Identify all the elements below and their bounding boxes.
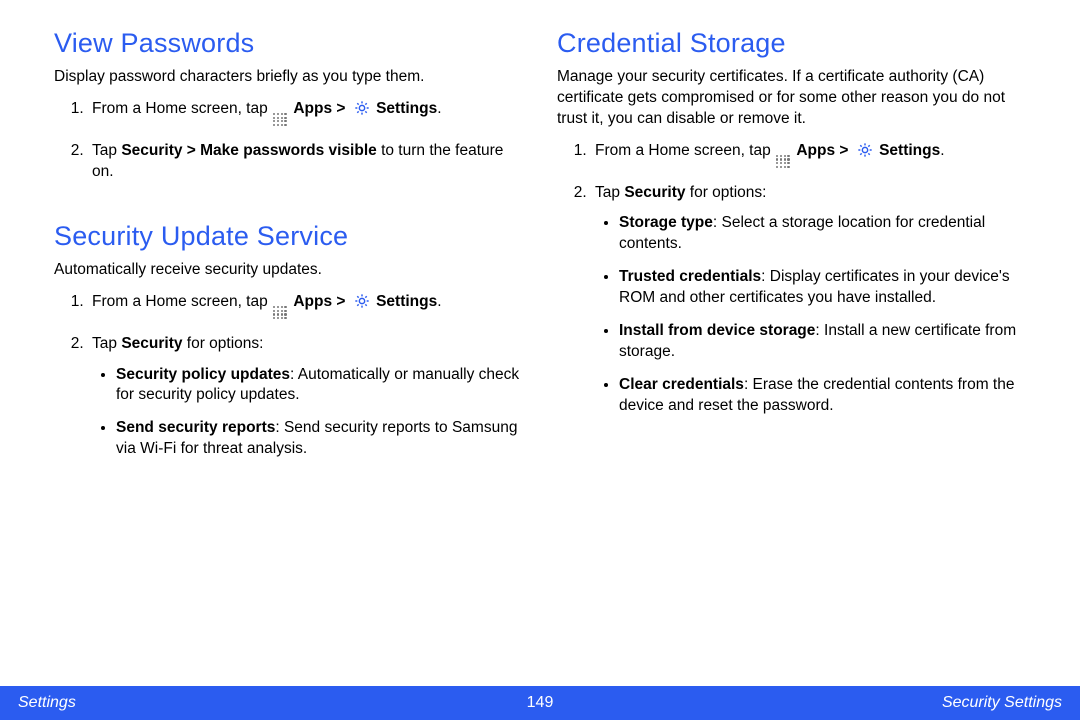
list-item: Trusted credentials: Display certificate… <box>619 267 1030 309</box>
step-bold: Security <box>121 335 182 352</box>
intro-view-passwords: Display password characters briefly as y… <box>54 67 527 88</box>
footer-left: Settings <box>18 694 366 712</box>
page-footer: Settings 149 Security Settings <box>0 686 1080 720</box>
step-bold: Security <box>624 184 685 201</box>
step-item: From a Home screen, tap Apps > Settings. <box>591 140 1030 170</box>
step-suffix: for options: <box>182 335 263 352</box>
step-text: From a Home screen, tap <box>92 293 272 310</box>
option-name: Clear credentials <box>619 376 744 393</box>
apps-grid-icon <box>273 113 288 128</box>
right-column: Credential Storage Manage your security … <box>557 28 1030 668</box>
list-item: Clear credentials: Erase the credential … <box>619 375 1030 417</box>
step-text: Tap <box>595 184 624 201</box>
settings-label: Settings <box>879 142 940 159</box>
gear-icon <box>354 100 370 116</box>
apps-grid-icon <box>776 155 791 170</box>
gear-icon <box>354 293 370 309</box>
list-item: Send security reports: Send security rep… <box>116 418 527 460</box>
option-name: Send security reports <box>116 419 275 436</box>
footer-page-number: 149 <box>366 694 714 712</box>
step-item: From a Home screen, tap Apps > Settings. <box>88 291 527 321</box>
option-name: Install from device storage <box>619 322 815 339</box>
step-item: Tap Security for options: Security polic… <box>88 333 527 460</box>
heading-view-passwords: View Passwords <box>54 28 527 59</box>
step-item: From a Home screen, tap Apps > Settings. <box>88 98 527 128</box>
step-suffix: . <box>940 142 944 159</box>
step-text: From a Home screen, tap <box>595 142 775 159</box>
option-name: Trusted credentials <box>619 268 761 285</box>
step-suffix: . <box>437 293 441 310</box>
gear-icon <box>857 142 873 158</box>
steps-view-passwords: From a Home screen, tap Apps > Settings.… <box>54 98 527 183</box>
heading-security-update: Security Update Service <box>54 221 527 252</box>
step-suffix: . <box>437 100 441 117</box>
options-list: Storage type: Select a storage location … <box>595 213 1030 416</box>
list-item: Install from device storage: Install a n… <box>619 321 1030 363</box>
step-text: Tap <box>92 142 121 159</box>
apps-label: Apps > <box>293 293 349 310</box>
step-item: Tap Security for options: Storage type: … <box>591 182 1030 417</box>
step-suffix: for options: <box>685 184 766 201</box>
apps-label: Apps > <box>293 100 349 117</box>
manual-page: View Passwords Display password characte… <box>0 0 1080 720</box>
step-bold: Security > Make passwords visible <box>121 142 376 159</box>
step-text: From a Home screen, tap <box>92 100 272 117</box>
step-item: Tap Security > Make passwords visible to… <box>88 140 527 183</box>
options-list: Security policy updates: Automatically o… <box>92 365 527 461</box>
option-name: Storage type <box>619 214 713 231</box>
settings-label: Settings <box>376 293 437 310</box>
settings-label: Settings <box>376 100 437 117</box>
list-item: Security policy updates: Automatically o… <box>116 365 527 407</box>
heading-credential-storage: Credential Storage <box>557 28 1030 59</box>
intro-security-update: Automatically receive security updates. <box>54 260 527 281</box>
intro-credential-storage: Manage your security certificates. If a … <box>557 67 1030 130</box>
footer-right: Security Settings <box>714 694 1062 712</box>
apps-label: Apps > <box>796 142 852 159</box>
steps-security-update: From a Home screen, tap Apps > Settings.… <box>54 291 527 460</box>
left-column: View Passwords Display password characte… <box>54 28 527 668</box>
option-name: Security policy updates <box>116 366 290 383</box>
step-text: Tap <box>92 335 121 352</box>
two-column-layout: View Passwords Display password characte… <box>54 28 1030 668</box>
list-item: Storage type: Select a storage location … <box>619 213 1030 255</box>
steps-credential-storage: From a Home screen, tap Apps > Settings.… <box>557 140 1030 417</box>
apps-grid-icon <box>273 306 288 321</box>
